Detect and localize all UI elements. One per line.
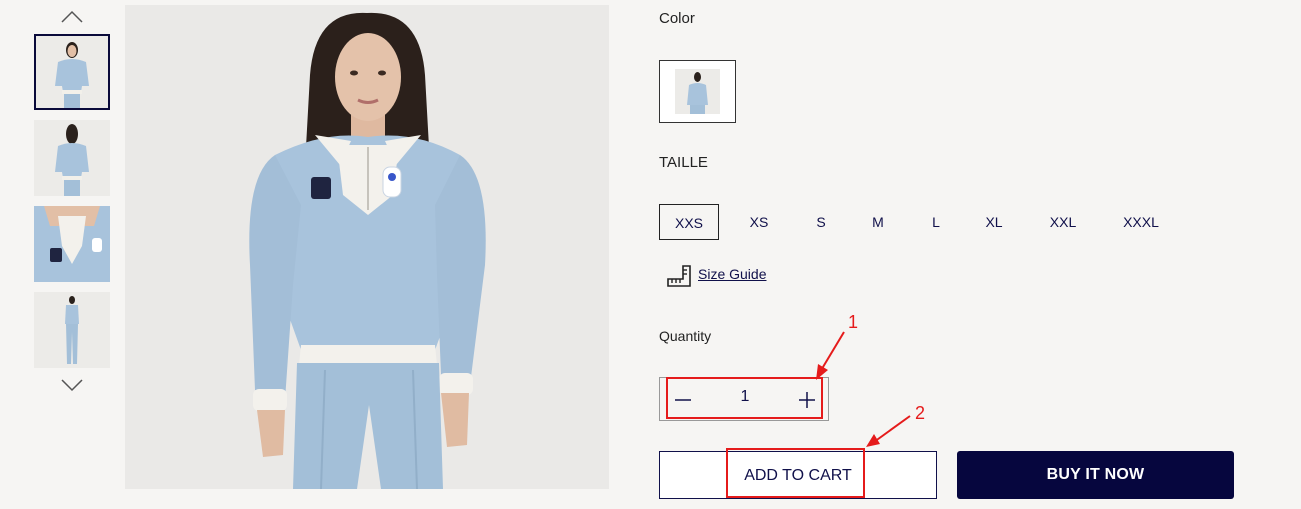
gallery-down-arrow[interactable] xyxy=(60,376,84,394)
size-option-xs[interactable]: XS xyxy=(736,204,782,240)
main-product-image xyxy=(125,5,609,489)
size-option-xxl[interactable]: XXL xyxy=(1043,204,1083,240)
ruler-icon xyxy=(666,264,692,288)
annotation-box-add-to-cart xyxy=(726,448,865,498)
size-option-xl[interactable]: XL xyxy=(977,204,1011,240)
quantity-label: Quantity xyxy=(659,328,712,344)
chevron-down-icon xyxy=(61,379,83,392)
size-option-l[interactable]: L xyxy=(921,204,951,240)
size-option-m[interactable]: M xyxy=(863,204,893,240)
size-guide-link[interactable]: Size Guide xyxy=(698,266,766,282)
size-label: TAILLE xyxy=(659,154,708,171)
annotation-box-quantity xyxy=(666,377,823,419)
thumbnail-collar-detail[interactable] xyxy=(34,206,110,282)
annotation-number-1: 1 xyxy=(848,312,859,332)
thumbnail-full-body[interactable] xyxy=(34,292,110,368)
thumbnail-back[interactable] xyxy=(34,120,110,196)
chevron-up-icon xyxy=(61,10,83,23)
gallery-up-arrow[interactable] xyxy=(60,8,84,26)
color-swatch-light-blue[interactable] xyxy=(659,60,736,123)
size-option-xxs[interactable]: XXS xyxy=(659,204,719,240)
color-label: Color xyxy=(659,10,695,27)
size-option-s[interactable]: S xyxy=(806,204,836,240)
annotation-arrow-2 xyxy=(866,415,911,447)
annotation-arrow-1 xyxy=(816,331,845,380)
thumbnail-front[interactable] xyxy=(34,34,110,110)
buy-it-now-button[interactable]: BUY IT NOW xyxy=(957,451,1234,499)
size-option-xxxl[interactable]: XXXL xyxy=(1115,204,1167,240)
annotation-number-2: 2 xyxy=(915,403,926,423)
